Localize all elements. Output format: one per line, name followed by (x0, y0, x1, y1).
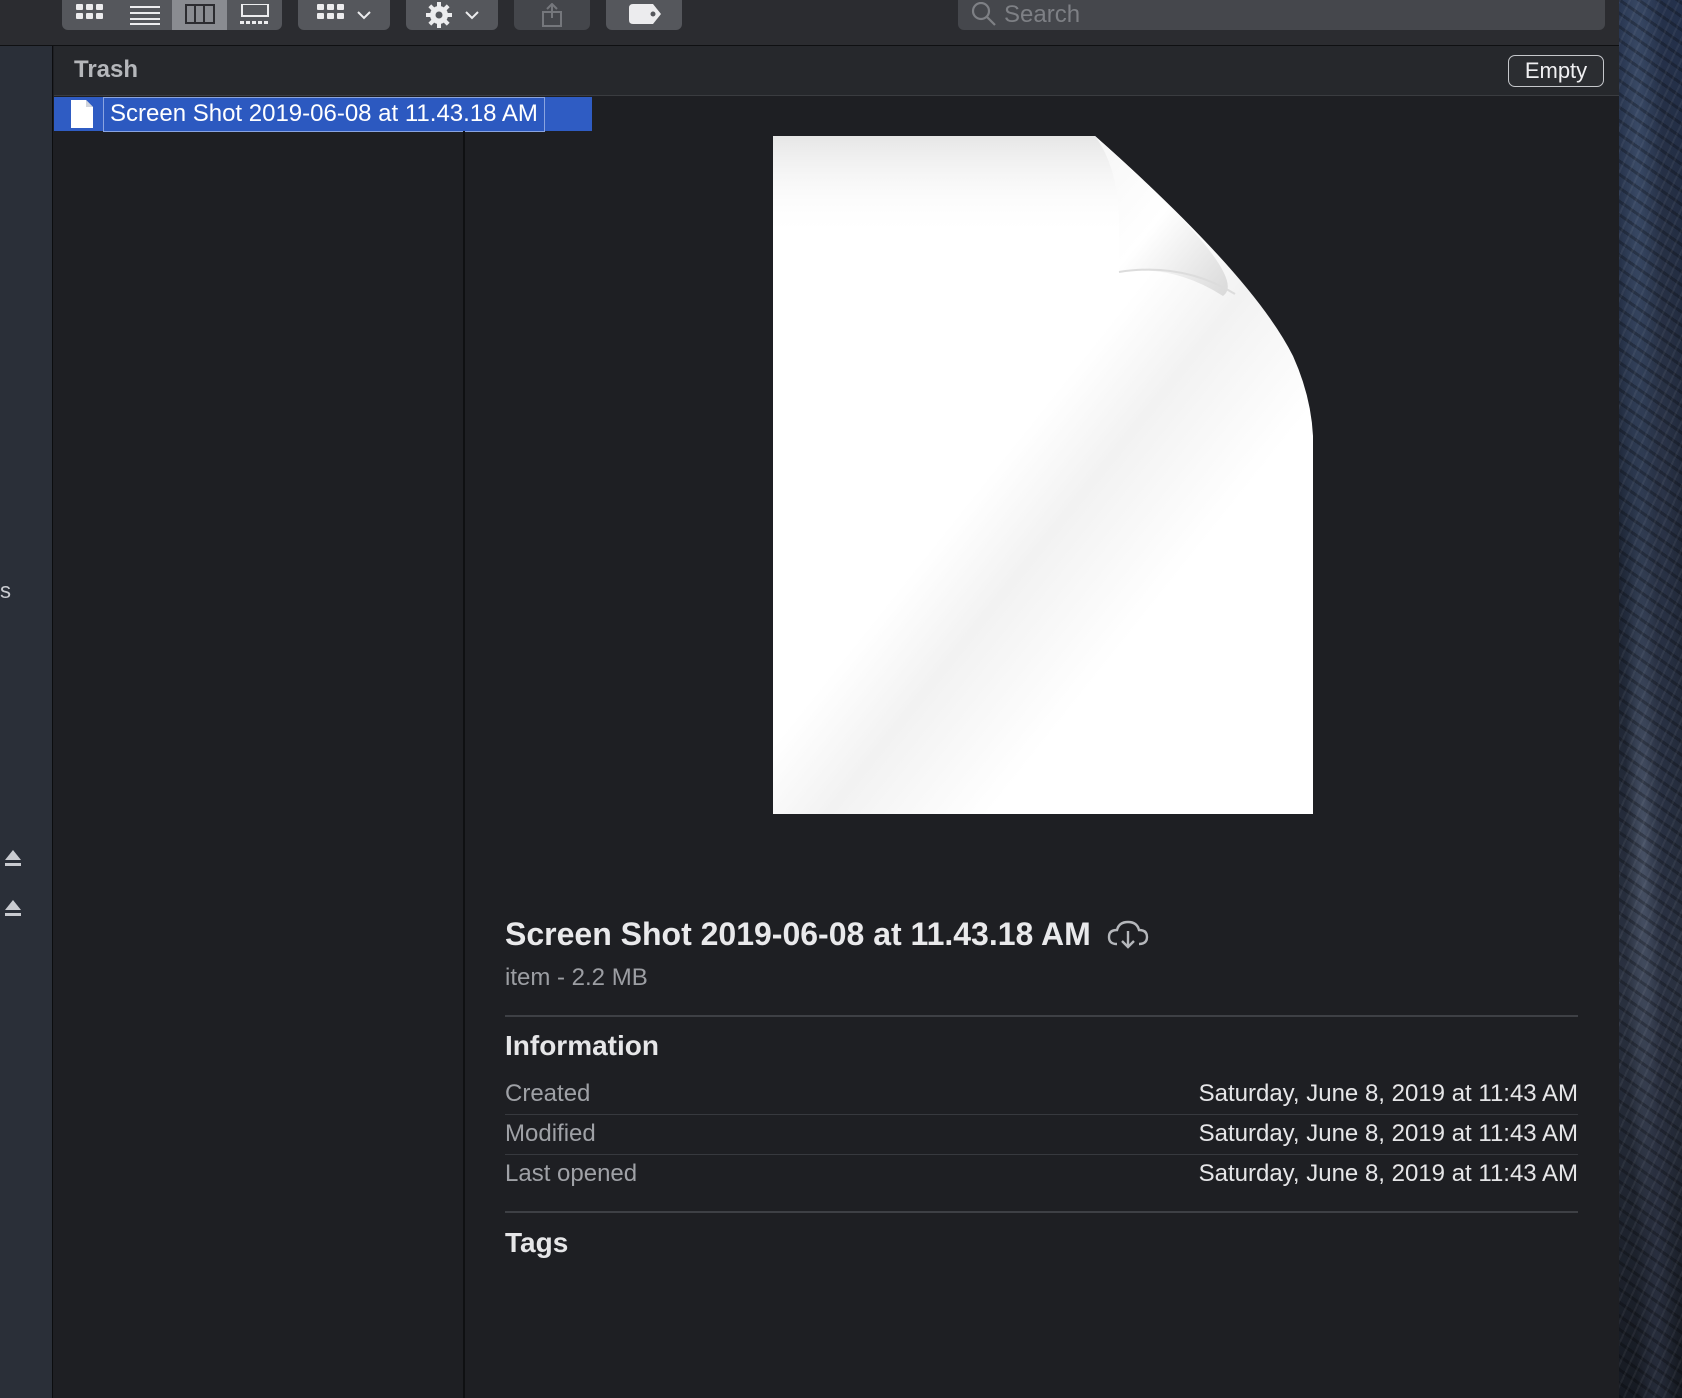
chevron-down-icon (357, 11, 371, 20)
info-row-modified: Modified Saturday, June 8, 2019 at 11:43… (505, 1114, 1578, 1154)
preview-file-subtitle: item - 2.2 MB (505, 964, 648, 991)
document-icon (71, 100, 93, 128)
group-grid-icon (317, 4, 344, 19)
cloud-download-icon[interactable] (1107, 920, 1149, 950)
toolbar: Search (0, 0, 1619, 46)
folder-title: Trash (74, 56, 139, 83)
icon-view-icon (75, 4, 103, 19)
document-preview-icon (773, 136, 1313, 814)
eject-icon[interactable] (4, 849, 22, 869)
chevron-down-icon (465, 11, 479, 20)
trash-header: Trash Empty (54, 46, 1619, 96)
sidebar: s (0, 46, 53, 1398)
share-icon (542, 3, 562, 27)
search-icon (971, 2, 996, 26)
divider (505, 1015, 1578, 1017)
info-label: Created (505, 1080, 591, 1107)
preview-title-text: Screen Shot 2019-06-08 at 11.43.18 AM (505, 916, 1091, 952)
eject-icon[interactable] (4, 899, 22, 919)
file-name-label: Screen Shot 2019-06-08 at 11.43.18 AM (103, 96, 545, 132)
desktop-wallpaper (1619, 0, 1682, 1398)
action-button-inner (406, 0, 498, 30)
column-view-icon (184, 4, 215, 24)
column-divider[interactable] (463, 131, 465, 1398)
tag-button[interactable] (606, 0, 682, 30)
icon-view-button[interactable] (62, 0, 117, 30)
sidebar-cut-label: s (0, 578, 11, 603)
info-value: Saturday, June 8, 2019 at 11:43 AM (1198, 1080, 1578, 1107)
info-row-last-opened: Last opened Saturday, June 8, 2019 at 11… (505, 1154, 1578, 1194)
divider (505, 1211, 1578, 1213)
gallery-view-button[interactable] (227, 0, 282, 30)
info-value: Saturday, June 8, 2019 at 11:43 AM (1198, 1160, 1578, 1187)
file-list-item[interactable]: Screen Shot 2019-06-08 at 11.43.18 AM (54, 96, 592, 132)
group-button-inner (298, 0, 390, 30)
action-menu-button[interactable] (406, 0, 498, 30)
share-button[interactable] (514, 0, 590, 30)
share-button-inner (514, 0, 590, 30)
finder-window: Search s Trash Empty Screen Shot 2019-06… (0, 0, 1619, 1398)
view-mode-control (62, 0, 282, 30)
list-view-button[interactable] (117, 0, 172, 30)
tags-heading: Tags (505, 1227, 569, 1258)
info-label: Modified (505, 1120, 596, 1147)
column-view-button[interactable] (172, 0, 227, 30)
empty-trash-button[interactable]: Empty (1508, 55, 1604, 87)
tag-button-inner (606, 0, 682, 30)
information-heading: Information (505, 1030, 659, 1061)
search-field[interactable]: Search (958, 0, 1605, 30)
list-view-icon (129, 6, 160, 25)
info-label: Last opened (505, 1160, 638, 1187)
gallery-view-icon (239, 4, 269, 24)
search-placeholder: Search (1004, 1, 1081, 28)
info-value: Saturday, June 8, 2019 at 11:43 AM (1198, 1120, 1578, 1147)
preview-file-title: Screen Shot 2019-06-08 at 11.43.18 AM (505, 916, 1149, 953)
tag-icon (629, 4, 661, 24)
group-by-button[interactable] (298, 0, 390, 30)
info-row-created: Created Saturday, June 8, 2019 at 11:43 … (505, 1074, 1578, 1114)
gear-icon (426, 2, 452, 28)
